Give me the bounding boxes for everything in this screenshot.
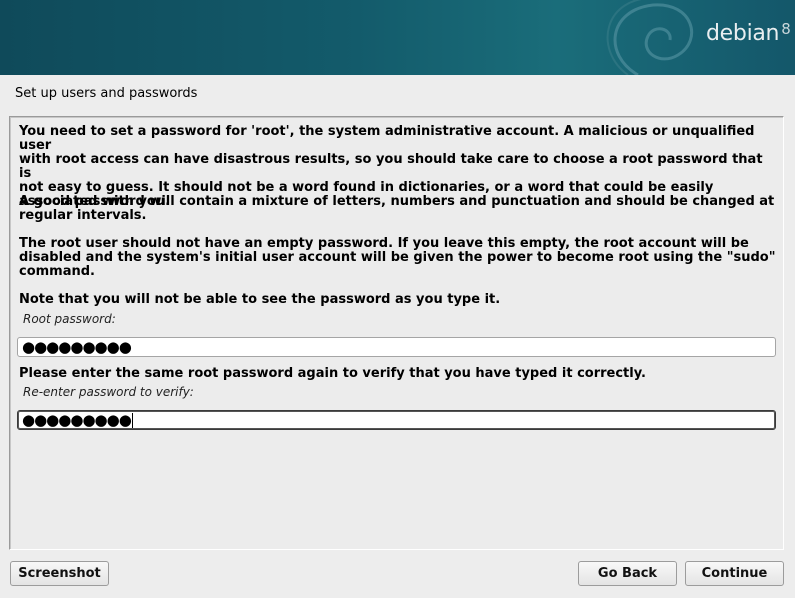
- debian-logo-text: debian 8: [706, 20, 791, 46]
- verify-prompt: Please enter the same root password agai…: [19, 366, 646, 381]
- empty-password-paragraph: The root user should not have an empty p…: [19, 236, 776, 279]
- go-back-button[interactable]: Go Back: [578, 561, 677, 586]
- text-caret: [131, 412, 133, 428]
- continue-button[interactable]: Continue: [685, 561, 784, 586]
- brand-name: debian: [706, 21, 780, 46]
- root-password-input[interactable]: ●●●●●●●●●: [17, 337, 776, 357]
- verify-password-input[interactable]: ●●●●●●●●●: [17, 410, 776, 430]
- brand-version: 8: [781, 20, 791, 38]
- page-title: Set up users and passwords: [15, 86, 198, 101]
- screenshot-button[interactable]: Screenshot: [10, 561, 109, 586]
- good-password-paragraph: A good password will contain a mixture o…: [19, 194, 775, 223]
- verify-password-value: ●●●●●●●●●: [22, 411, 132, 429]
- root-password-value: ●●●●●●●●●: [22, 338, 132, 356]
- debian-swirl-logo: [606, 0, 694, 75]
- debian-banner: debian 8: [0, 0, 795, 75]
- root-password-label: Root password:: [23, 312, 116, 326]
- verify-password-label: Re-enter password to verify:: [23, 385, 194, 399]
- invisible-typing-note: Note that you will not be able to see th…: [19, 292, 501, 307]
